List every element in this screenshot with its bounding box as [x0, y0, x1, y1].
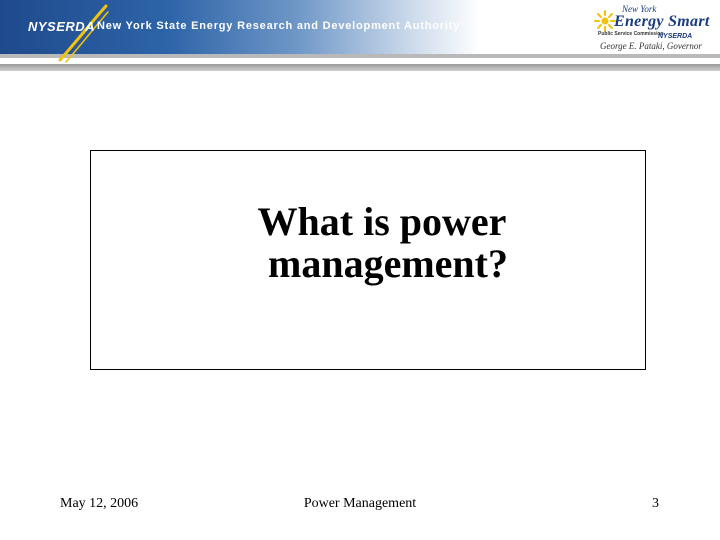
title-box: What is power management?	[90, 150, 646, 370]
nyserda-small-label: NYSERDA	[658, 33, 693, 40]
governor-label: George E. Pataki, Governor	[600, 41, 702, 51]
footer-title: Power Management	[303, 496, 417, 511]
slide-title-line-2: management?	[268, 241, 508, 286]
sun-icon	[594, 10, 616, 32]
header-banner: NYSERDA New York State Energy Research a…	[0, 0, 720, 71]
slide-title-line-1: What is power	[257, 199, 507, 244]
slide: NYSERDA New York State Energy Research a…	[0, 0, 720, 540]
agency-tagline: New York State Energy Research and Devel…	[97, 20, 461, 32]
slide-title: What is power management?	[91, 201, 645, 285]
page-number: 3	[652, 496, 659, 511]
banner-bottom-bar	[0, 64, 720, 71]
energy-smart-wordmark: Energy Smart	[614, 13, 710, 30]
energy-smart-logo: New York Energy Smart Public Service Com…	[592, 4, 716, 54]
psc-label: Public Service Commission	[598, 31, 664, 37]
nyserda-logo-text: NYSERDA	[28, 19, 96, 34]
